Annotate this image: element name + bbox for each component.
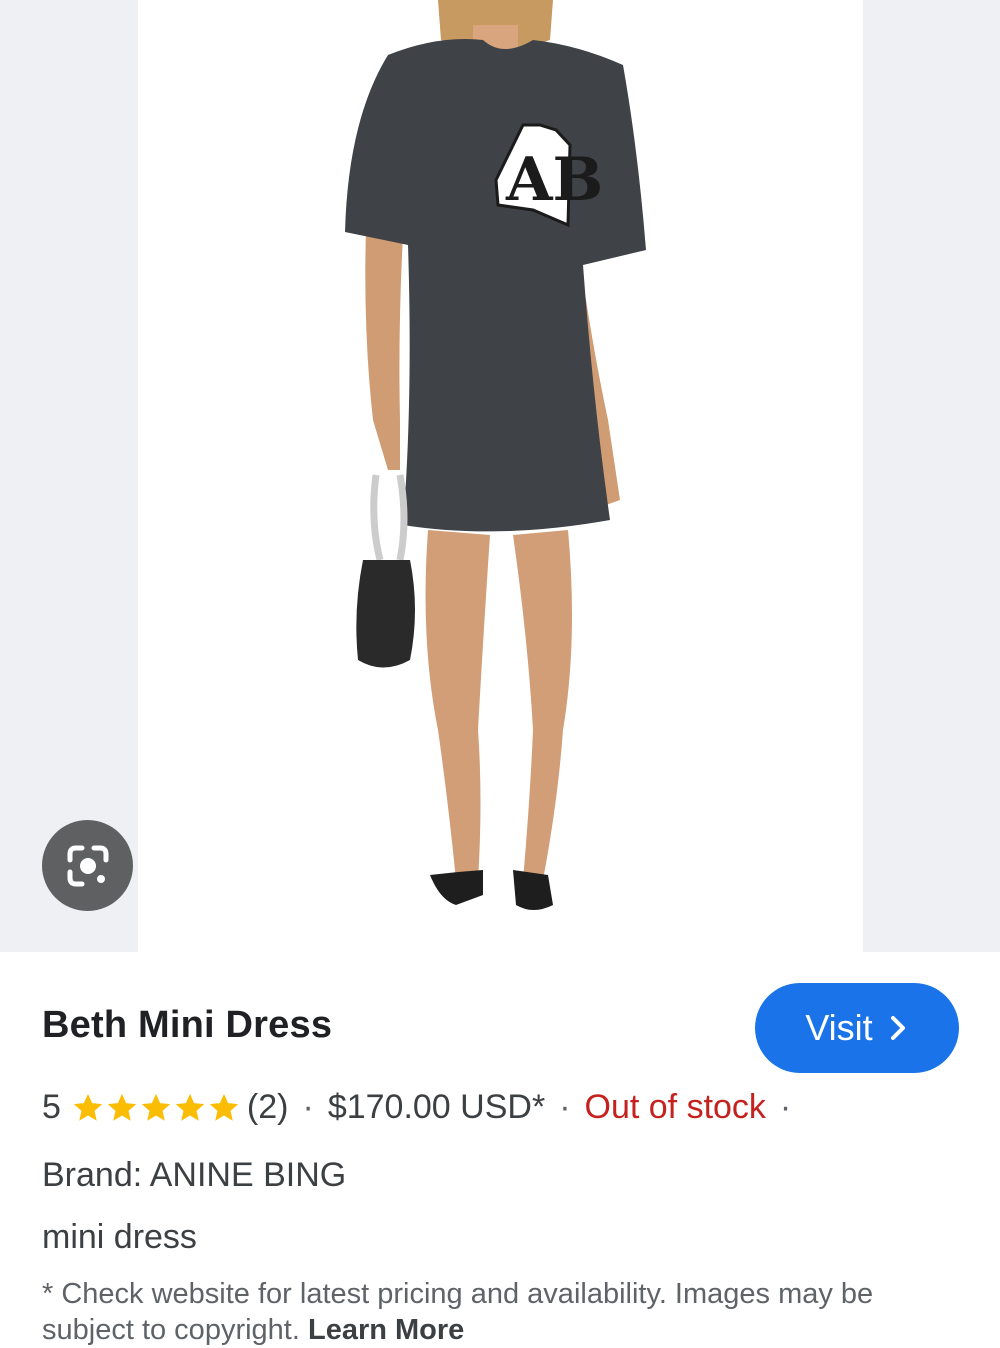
star-icon: [175, 1093, 205, 1121]
star-icon: [73, 1093, 103, 1121]
review-count[interactable]: (2): [247, 1088, 289, 1127]
product-image-area: AB: [0, 0, 1000, 952]
star-icon: [209, 1093, 239, 1121]
dress-illustration: AB: [345, 0, 646, 910]
rating-value: 5: [42, 1088, 61, 1126]
price: $170.00 USD*: [327, 1088, 546, 1126]
separator-dot: ·: [779, 1088, 792, 1126]
chevron-right-icon: [890, 1016, 905, 1040]
google-lens-button[interactable]: [42, 820, 133, 911]
rating-stars: [71, 1091, 241, 1125]
visit-button-label: Visit: [805, 1007, 873, 1048]
google-lens-icon: [67, 845, 108, 886]
product-photo[interactable]: AB: [138, 0, 863, 952]
separator-dot: ·: [559, 1088, 571, 1126]
stock-status: Out of stock: [584, 1088, 766, 1126]
product-info-panel: Beth Mini Dress Visit 5 (2) · $170.00 US…: [0, 952, 1000, 1346]
visit-button[interactable]: Visit: [755, 983, 959, 1073]
product-meta-row: 5 (2) · $170.00 USD* · Out of stock ·: [42, 1088, 805, 1127]
product-title: Beth Mini Dress: [42, 1004, 333, 1046]
star-icon: [107, 1093, 137, 1121]
brand-line: Brand: ANINE BING: [42, 1156, 347, 1194]
product-category: mini dress: [42, 1218, 197, 1256]
separator-dot: ·: [302, 1088, 314, 1126]
logo-patch-letters: AB: [505, 145, 603, 215]
disclaimer: * Check website for latest pricing and a…: [42, 1276, 962, 1348]
learn-more-link[interactable]: Learn More: [308, 1314, 464, 1346]
star-icon: [141, 1093, 171, 1121]
